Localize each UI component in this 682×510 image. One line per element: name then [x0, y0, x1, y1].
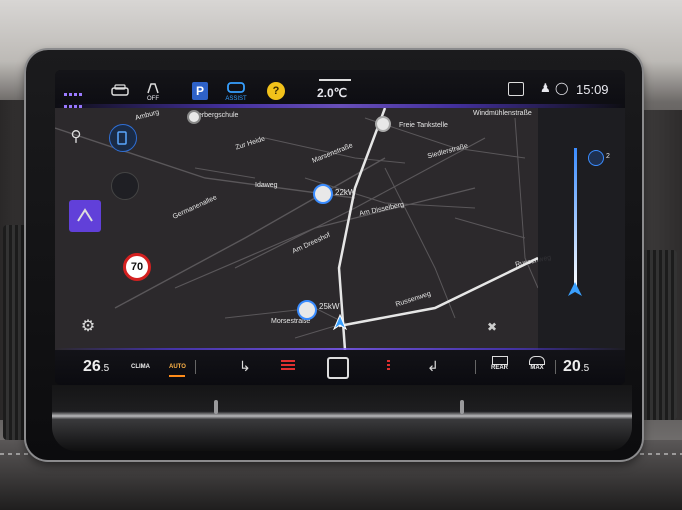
charging-stop-icon[interactable] — [588, 150, 604, 166]
charging-station-icon[interactable] — [297, 300, 317, 320]
left-temp-decimal: .5 — [100, 363, 110, 374]
clock: 15:09 — [576, 82, 609, 97]
auto-active-indicator — [169, 375, 185, 377]
right-temp-decimal: .5 — [580, 363, 590, 374]
outside-temperature: 2.0℃ — [317, 86, 348, 100]
rear-defrost-icon — [491, 356, 508, 365]
charging-power-label: 22kW — [335, 188, 356, 197]
driver-assist-off-icon[interactable]: OFF — [145, 82, 161, 102]
rear-defrost-button[interactable]: REAR — [491, 356, 508, 371]
vehicle-position-icon — [333, 314, 347, 330]
user-icon[interactable]: ♟ — [540, 81, 551, 95]
map-label: Freie Tankstelle — [399, 122, 448, 129]
status-bar: OFF P ASSIST ? 2.0℃ ♟ ◯ 15:09 — [55, 70, 625, 108]
globe-icon[interactable]: ◯ — [555, 81, 568, 95]
car-icon[interactable] — [110, 84, 130, 98]
air-vent-right — [641, 250, 677, 420]
right-temperature[interactable]: 20.5 — [563, 358, 589, 376]
separator — [555, 360, 556, 374]
parking-button[interactable]: P — [192, 82, 208, 100]
seat-heat-left-icon[interactable] — [281, 360, 295, 372]
charging-stop-count: 2 — [606, 153, 610, 160]
seat-right-icon[interactable]: ↲ — [427, 358, 441, 374]
lip-notch-left — [214, 400, 218, 414]
settings-gear-icon[interactable]: ⚙ — [75, 314, 101, 340]
ev-charging-button[interactable] — [109, 124, 137, 152]
max-defrost-icon — [529, 356, 545, 365]
assist-icon[interactable]: ASSIST — [223, 80, 249, 104]
separator — [475, 360, 476, 374]
lip-notch-right — [460, 400, 464, 414]
fuel-station-icon[interactable] — [375, 116, 391, 132]
help-icon[interactable]: ? — [267, 82, 285, 100]
map-label: Windmühlenstraße — [473, 110, 532, 117]
assist-label: ASSIST — [225, 96, 247, 102]
separator — [195, 360, 196, 374]
off-label: OFF — [147, 96, 159, 102]
seat-heat-right-icon[interactable] — [387, 360, 390, 372]
route-overview-panel[interactable]: 2 — [538, 108, 625, 350]
charging-power-label: 25kW — [319, 302, 340, 311]
dashboard-right — [637, 110, 682, 420]
max-defrost-button[interactable]: MAX — [529, 356, 545, 371]
home-button[interactable] — [327, 357, 349, 379]
map-label: Idaweg — [255, 182, 278, 189]
nav-mode-button[interactable] — [69, 200, 101, 232]
apps-grid-icon[interactable] — [63, 88, 85, 108]
mute-voice-icon[interactable]: ✖ — [479, 314, 505, 340]
search-icon[interactable]: ⚲ — [63, 124, 89, 150]
auto-button[interactable]: AUTO — [169, 364, 186, 370]
message-icon[interactable] — [508, 82, 524, 96]
temp-indicator-bar — [319, 79, 351, 81]
route-progress-line — [574, 148, 577, 288]
rear-label: REAR — [491, 365, 509, 371]
infotainment-screen: OFF P ASSIST ? 2.0℃ ♟ ◯ 15:09 Overbergsc… — [55, 70, 625, 385]
climate-bar: 26.5 CLIMA AUTO ↳ ↲ REAR MAX 20.5 — [55, 350, 625, 385]
right-temp-integer: 20 — [563, 358, 581, 375]
charging-station-icon[interactable] — [313, 184, 333, 204]
speed-limit-sign: 70 — [123, 253, 151, 281]
map-view-button[interactable] — [111, 172, 139, 200]
max-label: MAX — [530, 365, 544, 371]
seat-left-icon[interactable]: ↳ — [239, 358, 253, 374]
display-lip — [52, 385, 632, 451]
school-icon[interactable] — [187, 110, 201, 124]
route-position-icon — [568, 282, 582, 296]
left-temperature[interactable]: 26.5 — [83, 358, 109, 376]
clima-button[interactable]: CLIMA — [131, 364, 150, 370]
left-temp-integer: 26 — [83, 358, 101, 375]
